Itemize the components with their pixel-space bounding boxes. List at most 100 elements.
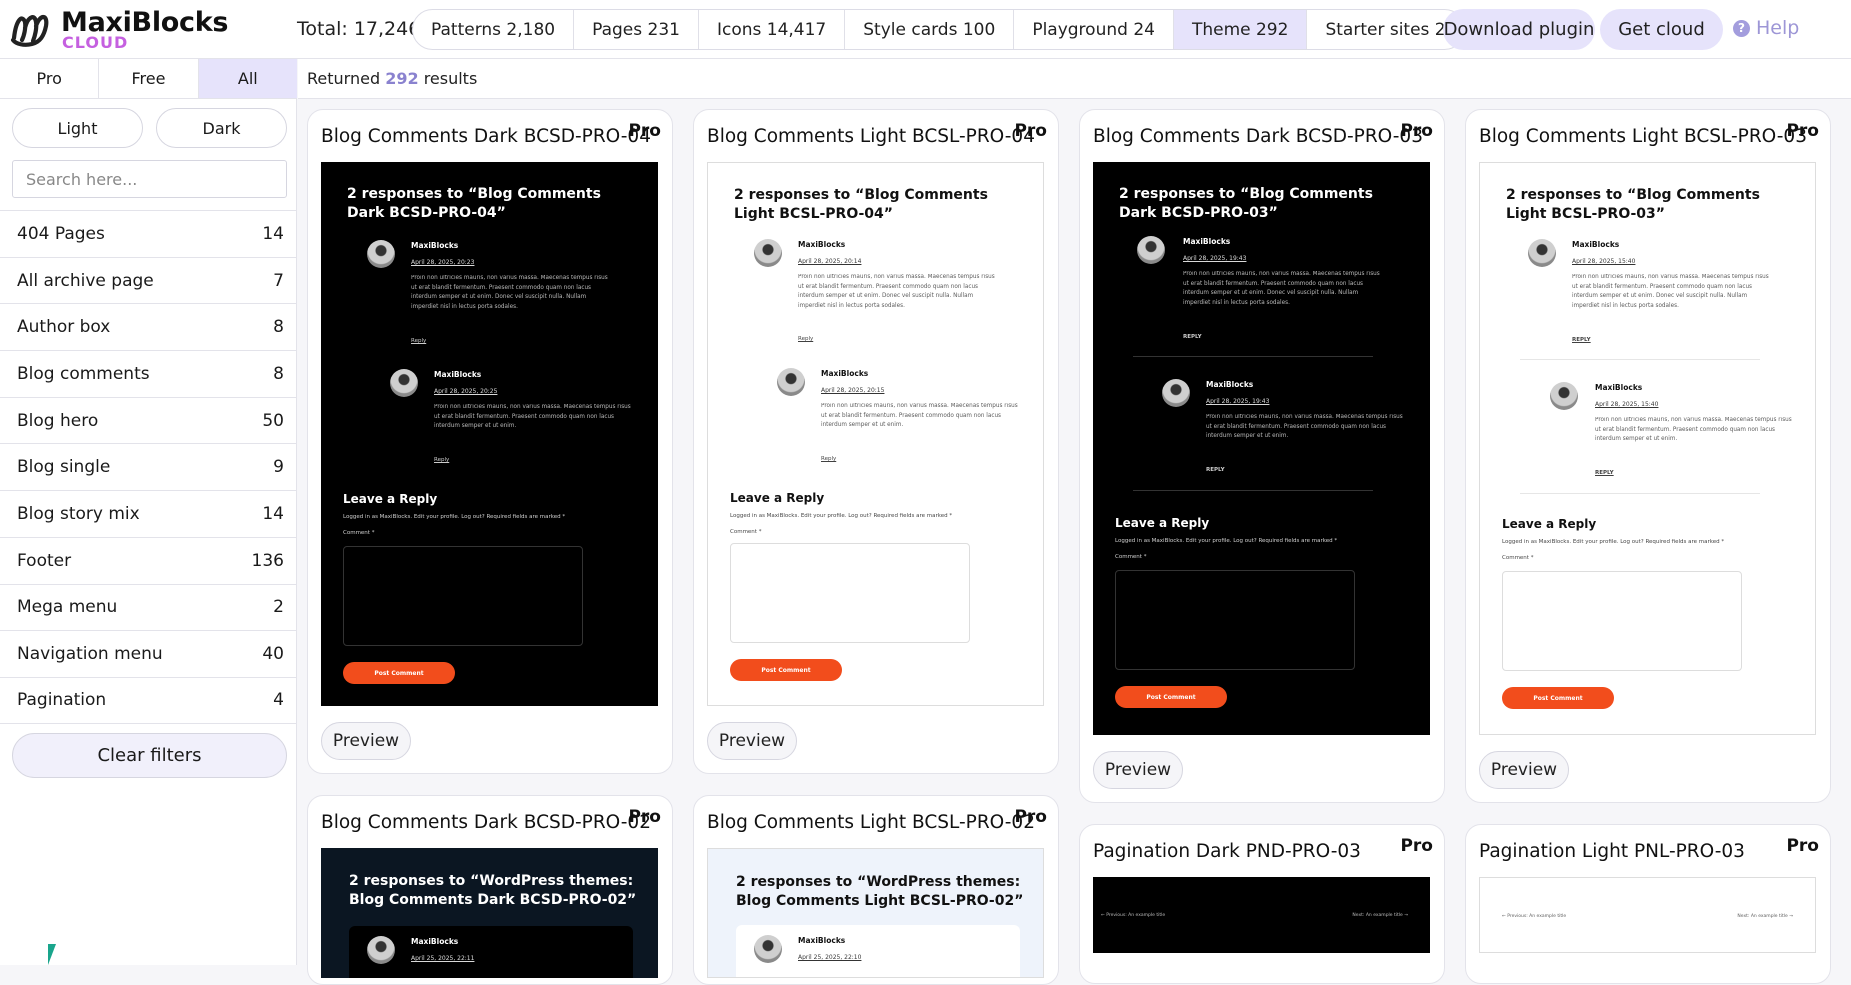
logged-in-text: Logged in as MaxiBlocks. Edit your profi…	[730, 513, 953, 519]
filter-sidebar: Pro Free All Light Dark 404 Pages 14 All …	[0, 59, 297, 965]
results-bar: Returned 292 results	[298, 59, 1851, 99]
comment-body: Proin non ultricies mauris, non varius m…	[1206, 414, 1403, 439]
thumbnail-heading: 2 responses to “Blog Comments Dark BCSD-…	[1119, 186, 1373, 221]
total-count: Total: 17,246	[297, 18, 421, 40]
pro-badge: Pro	[1014, 807, 1047, 827]
category-label: Blog comments	[17, 363, 150, 384]
tab-icons[interactable]: Icons 14,417	[699, 10, 846, 49]
preview-button[interactable]: Preview	[707, 722, 797, 760]
card-thumbnail[interactable]: 2 responses to “Blog Comments Dark BCSD-…	[321, 162, 658, 706]
tab-pages[interactable]: Pages 231	[574, 10, 699, 49]
category-item[interactable]: Author box 8	[0, 303, 296, 350]
download-plugin-button[interactable]: Download plugin	[1443, 9, 1595, 50]
card-thumbnail[interactable]: 2 responses to “Blog Comments Light BCSL…	[1479, 162, 1816, 735]
avatar	[390, 369, 418, 397]
post-comment-button: Post Comment	[1502, 687, 1614, 709]
maxiblocks-logo-icon[interactable]	[10, 8, 62, 52]
preview-button[interactable]: Preview	[1093, 751, 1183, 789]
card-thumbnail[interactable]: ← Previous: An example title Next: An ex…	[1093, 877, 1430, 953]
theme-card[interactable]: Blog Comments Dark BCSD-PRO-04 Pro 2 res…	[307, 109, 673, 774]
comment-date: April 25, 2025, 22:11	[411, 955, 475, 962]
comment-date: April 28, 2025, 19:43	[1206, 398, 1270, 405]
dark-filter-button[interactable]: Dark	[156, 108, 287, 148]
theme-card[interactable]: Pagination Light PNL-PRO-03 Pro ← Previo…	[1465, 824, 1831, 984]
comment-date: April 28, 2025, 20:15	[821, 387, 885, 394]
clear-filters-button[interactable]: Clear filters	[12, 733, 287, 778]
category-item[interactable]: Pagination 4	[0, 676, 296, 724]
category-count: 8	[273, 363, 284, 384]
card-title: Blog Comments Light BCSL-PRO-02	[707, 812, 1035, 833]
avatar	[1528, 239, 1556, 267]
avatar	[367, 240, 395, 268]
comment-author: MaxiBlocks	[1183, 237, 1231, 246]
post-comment-button: Post Comment	[730, 659, 842, 681]
category-item[interactable]: Footer 136	[0, 536, 296, 584]
category-item[interactable]: Navigation menu 40	[0, 630, 296, 677]
tab-theme[interactable]: Theme 292	[1173, 10, 1308, 49]
comment-author: MaxiBlocks	[1595, 383, 1643, 392]
logged-in-text: Logged in as MaxiBlocks. Edit your profi…	[1115, 538, 1338, 544]
comment-author: MaxiBlocks	[434, 370, 482, 379]
tab-style-cards[interactable]: Style cards 100	[845, 10, 1015, 49]
category-item[interactable]: Mega menu 2	[0, 583, 296, 631]
preview-button[interactable]: Preview	[1479, 751, 1569, 789]
light-filter-button[interactable]: Light	[12, 108, 143, 148]
card-thumbnail[interactable]: 2 responses to “Blog Comments Light BCSL…	[707, 162, 1044, 706]
category-count: 136	[251, 550, 284, 571]
search-input[interactable]	[12, 160, 287, 198]
category-item[interactable]: Blog story mix 14	[0, 490, 296, 537]
card-thumbnail[interactable]: 2 responses to “WordPress themes: Blog C…	[707, 848, 1044, 978]
pagination-prev: ← Previous: An example title	[1502, 914, 1567, 919]
category-count: 8	[273, 317, 284, 338]
card-thumbnail[interactable]: 2 responses to “Blog Comments Dark BCSD-…	[1093, 162, 1430, 735]
card-thumbnail[interactable]: ← Previous: An example title Next: An ex…	[1479, 877, 1816, 953]
theme-card[interactable]: Blog Comments Dark BCSD-PRO-03 Pro 2 res…	[1079, 109, 1445, 803]
theme-card[interactable]: Blog Comments Dark BCSD-PRO-02 Pro 2 res…	[307, 795, 673, 985]
comment-label: Comment *	[1502, 555, 1534, 561]
reply-link: Reply	[434, 457, 450, 463]
comment-author: MaxiBlocks	[798, 936, 846, 945]
get-cloud-button[interactable]: Get cloud	[1600, 9, 1723, 50]
pro-badge: Pro	[1014, 121, 1047, 141]
card-thumbnail[interactable]: 2 responses to “WordPress themes: Blog C…	[321, 848, 658, 978]
card-title: Blog Comments Light BCSL-PRO-03	[1479, 126, 1807, 147]
tab-patterns[interactable]: Patterns 2,180	[413, 10, 575, 49]
category-item[interactable]: Blog comments 8	[0, 350, 296, 397]
category-item[interactable]: 404 Pages 14	[0, 210, 296, 257]
category-item[interactable]: Blog single 9	[0, 443, 296, 490]
filter-pro[interactable]: Pro	[0, 59, 100, 98]
tab-starter-sites[interactable]: Starter sites 2	[1307, 10, 1463, 49]
divider	[1133, 490, 1373, 491]
reply-link: REPLY	[1595, 470, 1614, 476]
content-type-tabs: Patterns 2,180 Pages 231 Icons 14,417 St…	[412, 9, 1465, 50]
theme-card[interactable]: Blog Comments Light BCSL-PRO-02 Pro 2 re…	[693, 795, 1059, 985]
comment-body: Proin non ultricies mauris, non varius m…	[1595, 417, 1792, 442]
category-label: Mega menu	[17, 597, 118, 618]
divider	[1520, 359, 1760, 360]
pro-badge: Pro	[1786, 836, 1819, 856]
reply-link: REPLY	[1183, 334, 1202, 340]
comment-date: April 28, 2025, 15:40	[1595, 401, 1659, 408]
theme-card[interactable]: Pagination Dark PND-PRO-03 Pro ← Previou…	[1079, 824, 1445, 984]
leave-reply-heading: Leave a Reply	[1502, 517, 1597, 531]
preview-button[interactable]: Preview	[321, 722, 411, 760]
comment-textarea	[343, 546, 583, 646]
comment-textarea	[730, 543, 970, 643]
pro-badge: Pro	[628, 807, 661, 827]
post-comment-button: Post Comment	[343, 662, 455, 684]
theme-card[interactable]: Blog Comments Light BCSL-PRO-04 Pro 2 re…	[693, 109, 1059, 774]
theme-card[interactable]: Blog Comments Light BCSL-PRO-03 Pro 2 re…	[1465, 109, 1831, 803]
tab-playground[interactable]: Playground 24	[1014, 10, 1174, 49]
avatar	[754, 239, 782, 267]
category-count: 50	[262, 410, 284, 431]
pagination-prev: ← Previous: An example title	[1101, 913, 1166, 918]
category-count: 2	[273, 597, 284, 618]
category-item[interactable]: All archive page 7	[0, 256, 296, 304]
post-comment-button: Post Comment	[1115, 686, 1227, 708]
filter-all[interactable]: All	[198, 59, 297, 98]
category-label: Pagination	[17, 690, 107, 711]
filter-free[interactable]: Free	[99, 59, 199, 98]
reply-link: Reply	[411, 338, 427, 344]
category-item[interactable]: Blog hero 50	[0, 396, 296, 444]
help-link[interactable]: ? Help	[1733, 17, 1799, 39]
